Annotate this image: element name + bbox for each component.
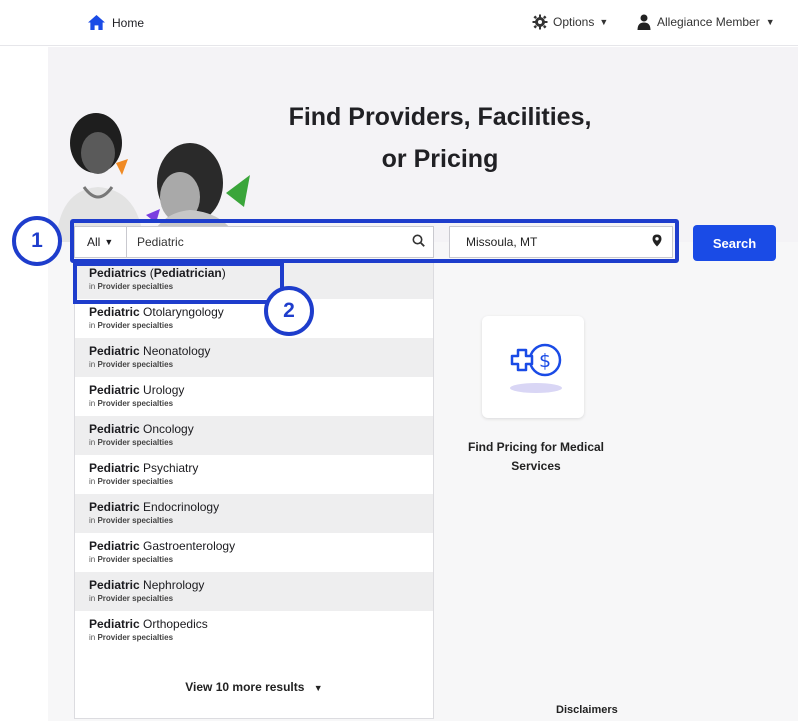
suggestion-match: Pediatric bbox=[89, 344, 140, 358]
suggestion-title: Pediatric Neonatology bbox=[89, 344, 433, 358]
caret-down-icon: ▼ bbox=[599, 17, 609, 27]
suggestion-category: in Provider specialties bbox=[89, 477, 433, 486]
view-more-button[interactable]: View 10 more results ▼ bbox=[75, 680, 433, 694]
options-label: Options bbox=[553, 15, 595, 29]
suggestion-category-name: Provider specialties bbox=[97, 399, 174, 408]
suggestion-item[interactable]: Pediatric Endocrinology in Provider speci… bbox=[75, 494, 433, 533]
suggestion-title: Pediatric Psychiatry bbox=[89, 461, 433, 475]
suggestion-title: Pediatric Orthopedics bbox=[89, 617, 433, 631]
search-button[interactable]: Search bbox=[693, 225, 776, 261]
suggestion-rest: Urology bbox=[139, 383, 185, 397]
pricing-card[interactable]: $ bbox=[482, 316, 584, 418]
suggestion-rest: Gastroenterology bbox=[139, 539, 236, 553]
page-title-line-2: or Pricing bbox=[381, 145, 499, 173]
home-icon bbox=[88, 14, 105, 31]
suggestion-category: in Provider specialties bbox=[89, 516, 433, 525]
suggestion-match: Pediatric bbox=[89, 539, 140, 553]
suggestion-category: in Provider specialties bbox=[89, 555, 433, 564]
page-title-line-1: Find Providers, Facilities, bbox=[288, 103, 592, 131]
view-more-label: View 10 more results bbox=[185, 680, 305, 694]
suggestion-category: in Provider specialties bbox=[89, 399, 433, 408]
svg-text:$: $ bbox=[539, 350, 551, 372]
suggestion-match: Pediatric bbox=[89, 305, 140, 319]
suggestion-highlight-box bbox=[73, 262, 284, 304]
suggestion-category-name: Provider specialties bbox=[97, 321, 174, 330]
suggestion-category: in Provider specialties bbox=[89, 438, 433, 447]
suggestion-category: in Provider specialties bbox=[89, 360, 433, 369]
suggestion-title: Pediatric Otolaryngology bbox=[89, 305, 433, 319]
home-label: Home bbox=[112, 15, 145, 30]
suggestion-rest: Nephrology bbox=[139, 578, 205, 592]
suggestion-match: Pediatric bbox=[89, 383, 140, 397]
suggestion-category-name: Provider specialties bbox=[97, 360, 174, 369]
pricing-label-line-2: Services bbox=[511, 459, 561, 473]
suggestion-rest: Orthopedics bbox=[139, 617, 208, 631]
suggestion-title: Pediatric Nephrology bbox=[89, 578, 433, 592]
suggestion-category: in Provider specialties bbox=[89, 321, 433, 330]
suggestion-category-name: Provider specialties bbox=[97, 477, 174, 486]
suggestion-item[interactable]: Pediatric Gastroenterology in Provider sp… bbox=[75, 533, 433, 572]
suggestion-item[interactable]: Pediatric Otolaryngology in Provider spec… bbox=[75, 299, 433, 338]
suggestion-rest: Psychiatry bbox=[139, 461, 199, 475]
caret-down-icon: ▼ bbox=[765, 17, 775, 27]
user-icon bbox=[637, 14, 651, 30]
options-menu[interactable]: Options ▼ bbox=[532, 14, 608, 30]
suggestion-category-name: Provider specialties bbox=[97, 438, 174, 447]
suggestion-title: Pediatric Endocrinology bbox=[89, 500, 433, 514]
suggestion-title: Pediatric Urology bbox=[89, 383, 433, 397]
suggestion-match: Pediatric bbox=[89, 461, 140, 475]
top-nav: Home Options ▼ Allegiance Member ▼ bbox=[0, 0, 798, 46]
step-2-marker: 2 bbox=[264, 286, 314, 336]
suggestion-rest: Endocrinology bbox=[139, 500, 220, 514]
suggestion-match: Pediatric bbox=[89, 500, 140, 514]
suggestion-item[interactable]: Pediatric Psychiatry in Provider specialt… bbox=[75, 455, 433, 494]
suggestion-item[interactable]: Pediatric Nephrology in Provider specialt… bbox=[75, 572, 433, 611]
suggestion-match: Pediatric bbox=[89, 617, 140, 631]
suggestion-list: Pediatrics (Pediatrician) in Provider spe… bbox=[75, 260, 433, 650]
suggestion-item[interactable]: Pediatric Neonatology in Provider special… bbox=[75, 338, 433, 377]
suggestion-rest: Oncology bbox=[139, 422, 194, 436]
member-label: Allegiance Member bbox=[657, 15, 760, 29]
caret-down-icon: ▼ bbox=[313, 683, 323, 693]
suggestion-match: Pediatric bbox=[89, 578, 140, 592]
pricing-label[interactable]: Find Pricing for Medical Services bbox=[448, 438, 624, 476]
suggestion-category-name: Provider specialties bbox=[97, 594, 174, 603]
step-1-marker: 1 bbox=[12, 216, 62, 266]
suggestion-match: Pediatric bbox=[89, 422, 140, 436]
suggestion-item[interactable]: Pediatric Oncology in Provider specialtie… bbox=[75, 416, 433, 455]
suggestion-item[interactable]: Pediatric Orthopedics in Provider special… bbox=[75, 611, 433, 650]
dollar-plus-icon: $ bbox=[510, 343, 562, 393]
suggestion-category-name: Provider specialties bbox=[97, 633, 174, 642]
suggestion-title: Pediatric Oncology bbox=[89, 422, 433, 436]
suggestion-category-name: Provider specialties bbox=[97, 555, 174, 564]
page-title: Find Providers, Facilities, or Pricing bbox=[230, 96, 650, 180]
member-menu[interactable]: Allegiance Member ▼ bbox=[637, 14, 775, 30]
suggestion-category: in Provider specialties bbox=[89, 633, 433, 642]
home-link[interactable]: Home bbox=[87, 14, 144, 31]
suggestion-category-name: Provider specialties bbox=[97, 516, 174, 525]
suggestion-rest: Otolaryngology bbox=[139, 305, 224, 319]
suggestion-category: in Provider specialties bbox=[89, 594, 433, 603]
suggestion-item[interactable]: Pediatric Urology in Provider specialties bbox=[75, 377, 433, 416]
gear-icon bbox=[532, 14, 548, 30]
pricing-label-line-1: Find Pricing for Medical bbox=[467, 440, 604, 454]
disclaimers-link[interactable]: Disclaimers bbox=[556, 704, 618, 716]
suggestion-title: Pediatric Gastroenterology bbox=[89, 539, 433, 553]
search-highlight-box bbox=[70, 219, 679, 263]
suggestions-dropdown: Pediatrics (Pediatrician) in Provider spe… bbox=[74, 259, 434, 719]
suggestion-rest: Neonatology bbox=[139, 344, 211, 358]
